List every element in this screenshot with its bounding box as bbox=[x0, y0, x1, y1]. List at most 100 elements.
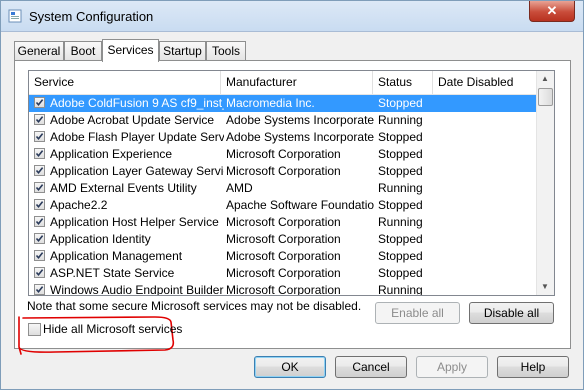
service-checkbox[interactable] bbox=[34, 233, 45, 244]
red-annotation-mark bbox=[18, 316, 175, 355]
column-header-service[interactable]: Service bbox=[29, 71, 221, 94]
column-header-status[interactable]: Status bbox=[373, 71, 433, 94]
service-name-cell: Application Experience bbox=[50, 147, 173, 161]
service-name-cell: Windows Audio Endpoint Builder bbox=[50, 283, 224, 296]
checkmark-icon bbox=[35, 116, 44, 124]
table-row[interactable]: Application Layer Gateway Service Microso… bbox=[29, 163, 537, 180]
table-row[interactable]: Application Management Microsoft Corporat… bbox=[29, 248, 537, 265]
service-name-cell: Application Management bbox=[50, 249, 183, 263]
apply-button[interactable]: Apply bbox=[416, 356, 488, 378]
msconfig-app-icon bbox=[8, 9, 22, 23]
table-row[interactable]: Application Identity Microsoft Corporatio… bbox=[29, 231, 537, 248]
status-cell: Running bbox=[378, 283, 423, 296]
service-name-cell: Adobe Acrobat Update Service bbox=[50, 113, 215, 127]
list-header: Service Manufacturer Status Date Disable… bbox=[29, 71, 537, 95]
close-icon: ✕ bbox=[546, 3, 558, 18]
tab-startup[interactable]: Startup bbox=[159, 41, 206, 60]
status-cell: Stopped bbox=[378, 232, 423, 246]
service-checkbox[interactable] bbox=[34, 284, 45, 295]
service-checkbox[interactable] bbox=[34, 182, 45, 193]
service-name-cell: ASP.NET State Service bbox=[50, 266, 175, 280]
status-cell: Stopped bbox=[378, 96, 423, 110]
system-configuration-window: System Configuration ✕ General Boot Serv… bbox=[0, 0, 584, 390]
checkmark-icon bbox=[35, 218, 44, 226]
checkmark-icon bbox=[35, 201, 44, 209]
service-checkbox[interactable] bbox=[34, 267, 45, 278]
date-disabled-cell bbox=[438, 197, 534, 214]
manufacturer-cell: Microsoft Corporation bbox=[226, 283, 341, 296]
service-checkbox[interactable] bbox=[34, 97, 45, 108]
scroll-down-icon[interactable]: ▼ bbox=[537, 279, 553, 295]
secure-services-note: Note that some secure Microsoft services… bbox=[27, 299, 362, 313]
date-disabled-cell bbox=[438, 112, 534, 129]
service-name-cell: Adobe ColdFusion 9 AS cf9_inst_1 bbox=[50, 96, 224, 110]
date-disabled-cell bbox=[438, 265, 534, 282]
manufacturer-cell: AMD bbox=[226, 181, 253, 195]
table-row[interactable]: Apache2.2 Apache Software Foundation Stopp… bbox=[29, 197, 537, 214]
date-disabled-cell bbox=[438, 129, 534, 146]
date-disabled-cell bbox=[438, 248, 534, 265]
service-name-cell: AMD External Events Utility bbox=[50, 181, 197, 195]
service-checkbox[interactable] bbox=[34, 199, 45, 210]
scroll-thumb[interactable] bbox=[538, 88, 553, 106]
scroll-up-icon[interactable]: ▲ bbox=[537, 71, 553, 87]
service-name-cell: Application Identity bbox=[50, 232, 151, 246]
checkmark-icon bbox=[35, 150, 44, 158]
manufacturer-cell: Microsoft Corporation bbox=[226, 215, 341, 229]
service-checkbox[interactable] bbox=[34, 114, 45, 125]
tab-tools[interactable]: Tools bbox=[206, 41, 246, 60]
checkmark-icon bbox=[35, 133, 44, 141]
service-checkbox[interactable] bbox=[34, 165, 45, 176]
manufacturer-cell: Microsoft Corporation bbox=[226, 232, 341, 246]
manufacturer-cell: Microsoft Corporation bbox=[226, 147, 341, 161]
table-row[interactable]: Application Host Helper Service Microsoft… bbox=[29, 214, 537, 231]
table-row[interactable]: Windows Audio Endpoint Builder Microsoft … bbox=[29, 282, 537, 296]
date-disabled-cell bbox=[438, 180, 534, 197]
tab-services[interactable]: Services bbox=[102, 39, 159, 62]
status-cell: Stopped bbox=[378, 249, 423, 263]
tab-boot[interactable]: Boot bbox=[64, 41, 102, 60]
table-row[interactable]: Adobe Acrobat Update Service Adobe System… bbox=[29, 112, 537, 129]
checkmark-icon bbox=[35, 167, 44, 175]
ok-button[interactable]: OK bbox=[254, 356, 326, 378]
table-row[interactable]: Application Experience Microsoft Corporat… bbox=[29, 146, 537, 163]
hide-microsoft-services-label[interactable]: Hide all Microsoft services bbox=[43, 322, 182, 336]
table-row[interactable]: AMD External Events Utility AMD Running bbox=[29, 180, 537, 197]
table-row[interactable]: Adobe ColdFusion 9 AS cf9_inst_1 Macromed… bbox=[29, 95, 537, 112]
status-cell: Running bbox=[378, 113, 423, 127]
table-row[interactable]: Adobe Flash Player Update Service Adobe S… bbox=[29, 129, 537, 146]
table-row[interactable]: ASP.NET State Service Microsoft Corporati… bbox=[29, 265, 537, 282]
date-disabled-cell bbox=[438, 214, 534, 231]
checkmark-icon bbox=[35, 252, 44, 260]
checkmark-icon bbox=[35, 269, 44, 277]
column-header-date-disabled[interactable]: Date Disabled bbox=[433, 71, 537, 94]
checkmark-icon bbox=[35, 99, 44, 107]
service-name-cell: Application Layer Gateway Service bbox=[50, 164, 224, 178]
service-name-cell: Apache2.2 bbox=[50, 198, 108, 212]
help-button[interactable]: Help bbox=[497, 356, 569, 378]
service-checkbox[interactable] bbox=[34, 250, 45, 261]
manufacturer-cell: Microsoft Corporation bbox=[226, 249, 341, 263]
hide-microsoft-services-checkbox[interactable] bbox=[28, 323, 41, 336]
date-disabled-cell bbox=[438, 95, 534, 112]
service-checkbox[interactable] bbox=[34, 216, 45, 227]
vertical-scrollbar[interactable]: ▲ ▼ bbox=[536, 71, 554, 295]
close-button[interactable]: ✕ bbox=[529, 1, 575, 22]
tab-general[interactable]: General bbox=[14, 41, 64, 60]
disable-all-button[interactable]: Disable all bbox=[469, 302, 554, 324]
date-disabled-cell bbox=[438, 163, 534, 180]
cancel-button[interactable]: Cancel bbox=[335, 356, 407, 378]
checkmark-icon bbox=[35, 235, 44, 243]
status-cell: Stopped bbox=[378, 266, 423, 280]
date-disabled-cell bbox=[438, 282, 534, 295]
manufacturer-cell: Macromedia Inc. bbox=[226, 96, 315, 110]
manufacturer-cell: Microsoft Corporation bbox=[226, 164, 341, 178]
service-checkbox[interactable] bbox=[34, 148, 45, 159]
manufacturer-cell: Microsoft Corporation bbox=[226, 266, 341, 280]
title-bar[interactable]: System Configuration ✕ bbox=[1, 1, 583, 32]
service-checkbox[interactable] bbox=[34, 131, 45, 142]
manufacturer-cell: Apache Software Foundation bbox=[226, 198, 374, 212]
enable-all-button[interactable]: Enable all bbox=[375, 302, 460, 324]
services-list[interactable]: Service Manufacturer Status Date Disable… bbox=[28, 70, 555, 296]
column-header-manufacturer[interactable]: Manufacturer bbox=[221, 71, 373, 94]
